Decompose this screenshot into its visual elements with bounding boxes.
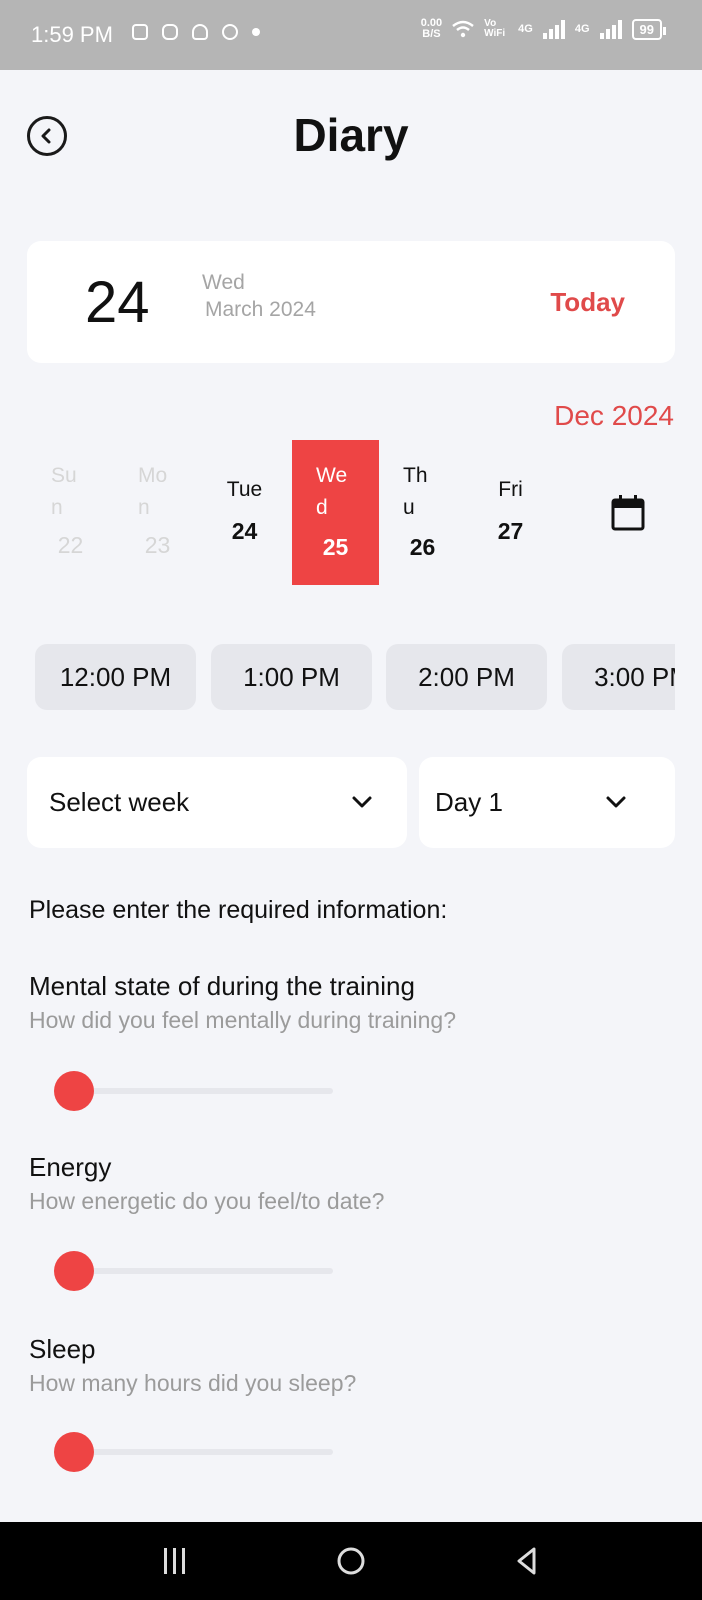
day-name: Su — [51, 464, 77, 487]
question-title: Energy — [29, 1152, 112, 1182]
day-name: Th — [403, 464, 428, 487]
selected-date-card: 24 Wed March 2024 Today — [27, 241, 675, 363]
energy-slider[interactable] — [54, 1251, 333, 1291]
network-type-1: 4G — [518, 23, 533, 35]
day-name-wrap: d — [316, 496, 328, 519]
time-slot[interactable]: 3:00 PM — [562, 644, 675, 710]
home-icon[interactable] — [334, 1544, 368, 1578]
chat-icon — [222, 24, 238, 40]
time-slot[interactable]: 2:00 PM — [386, 644, 547, 710]
day-wed-25-selected[interactable]: We d 25 — [292, 440, 379, 585]
chevron-down-icon — [606, 796, 626, 808]
today-button[interactable]: Today — [550, 287, 625, 318]
chevron-down-icon — [352, 796, 372, 808]
calendar-icon — [611, 495, 645, 531]
battery-icon: 99 — [631, 18, 667, 40]
date-day-name: Wed — [202, 271, 245, 294]
form-prompt: Please enter the required information: — [29, 896, 448, 924]
wifi-icon — [452, 20, 474, 38]
snapchat-icon — [192, 24, 208, 40]
day-name-wrap: n — [138, 496, 150, 519]
network-speed: 0.00 B/S — [420, 17, 443, 40]
day-name-wrap: n — [51, 496, 63, 519]
day-number: 23 — [144, 532, 171, 558]
select-week-value: Select week — [49, 787, 190, 817]
day-tue-24[interactable]: Tue 24 — [201, 440, 288, 585]
select-week-dropdown[interactable]: Select week — [27, 757, 407, 848]
day-name: Fri — [498, 478, 523, 501]
signal-icon-1 — [542, 19, 565, 39]
question-subtitle: How energetic do you feel/to date? — [29, 1188, 385, 1214]
time-slot-list: 12:00 PM 1:00 PM 2:00 PM 3:00 PM — [35, 644, 675, 710]
question-title: Mental state of during the training — [29, 971, 415, 1001]
day-name: Mo — [138, 464, 168, 487]
question-title: Sleep — [29, 1334, 96, 1364]
day-name-wrap: u — [403, 496, 415, 519]
select-day-dropdown[interactable]: Day 1 — [419, 757, 675, 848]
back-triangle-icon[interactable] — [510, 1544, 544, 1578]
sleep-slider[interactable] — [54, 1432, 333, 1472]
vowifi-label: Vo WiFi — [484, 18, 506, 39]
mental-state-slider[interactable] — [54, 1071, 333, 1111]
week-strip: Su n 22 Mo n 23 Tue 24 We d 25 Th u 26 Fri 2… — [27, 440, 687, 585]
slider-thumb[interactable] — [54, 1432, 94, 1472]
calendar-button[interactable] — [611, 495, 645, 531]
day-mon-23[interactable]: Mo n 23 — [114, 440, 201, 585]
network-type-2: 4G — [574, 23, 590, 35]
day-number: 25 — [322, 534, 349, 560]
day-fri-27[interactable]: Fri 27 — [467, 440, 554, 585]
date-month-year: March 2024 — [205, 298, 316, 321]
time-slot[interactable]: 1:00 PM — [211, 644, 372, 710]
slider-thumb[interactable] — [54, 1071, 94, 1111]
month-label: Dec 2024 — [554, 400, 674, 431]
question-subtitle: How many hours did you sleep? — [29, 1370, 357, 1396]
day-number: 24 — [231, 518, 258, 544]
more-notifications-dot-icon — [252, 28, 260, 36]
page-title: Diary — [293, 109, 409, 161]
day-name: Tue — [226, 478, 263, 501]
date-day-number: 24 — [85, 270, 150, 335]
select-day-value: Day 1 — [435, 787, 503, 817]
day-number: 22 — [57, 532, 84, 558]
time-slot[interactable]: 12:00 PM — [35, 644, 196, 710]
recent-apps-icon[interactable] — [158, 1544, 192, 1578]
question-subtitle: How did you feel mentally during trainin… — [29, 1007, 457, 1033]
signal-icon-2 — [599, 19, 622, 39]
notification-app-icon — [132, 24, 148, 40]
day-number: 26 — [409, 534, 436, 560]
day-sun-22[interactable]: Su n 22 — [27, 440, 114, 585]
system-nav-bar — [0, 1522, 702, 1600]
status-time: 1:59 PM — [31, 22, 113, 47]
slider-track — [54, 1088, 333, 1094]
day-number: 27 — [497, 518, 524, 544]
day-thu-26[interactable]: Th u 26 — [379, 440, 466, 585]
notification-icons — [132, 24, 260, 40]
slider-track — [54, 1449, 333, 1455]
instagram-icon — [162, 24, 178, 40]
slider-thumb[interactable] — [54, 1251, 94, 1291]
status-right: 0.00 B/S Vo WiFi 4G 4G 99 — [420, 17, 667, 40]
slider-track — [54, 1268, 333, 1274]
day-name: We — [316, 464, 348, 487]
status-bar: 1:59 PM 0.00 B/S Vo WiFi 4G 4G 99 — [0, 0, 702, 70]
